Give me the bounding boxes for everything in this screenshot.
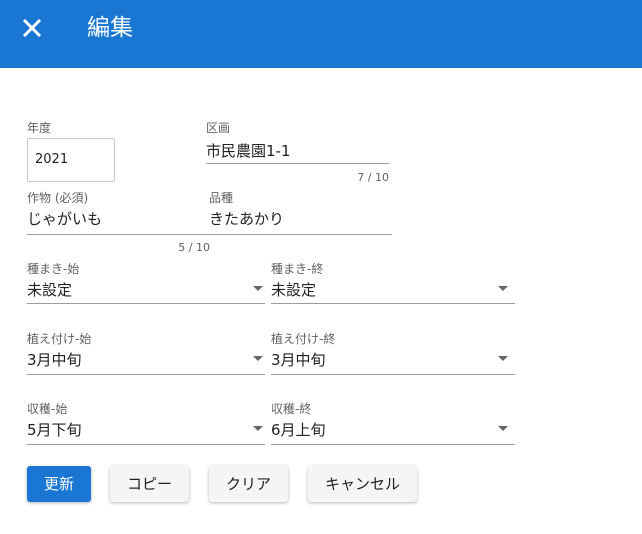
- year-label: 年度: [27, 121, 52, 135]
- crop-field[interactable]: 作物 (必須) じゃがいも 5 / 10: [27, 189, 211, 259]
- harvest-start-label: 収穫-始: [27, 402, 68, 416]
- harvest-end-label: 収穫-終: [271, 402, 312, 416]
- app-bar: 編集: [0, 0, 642, 68]
- variety-value: きたあかり: [209, 210, 285, 228]
- sowing-end-value: 未設定: [271, 281, 317, 299]
- plot-field[interactable]: 区画 市民農園1-1 7 / 10: [206, 119, 389, 189]
- planting-end-underline: [271, 374, 515, 375]
- chevron-down-icon: [498, 356, 508, 361]
- chevron-down-icon: [253, 426, 263, 431]
- sowing-end-underline: [271, 303, 515, 304]
- harvest-end-underline: [271, 444, 515, 445]
- planting-start-select[interactable]: 植え付け-始 3月中旬: [27, 330, 265, 376]
- sowing-start-select[interactable]: 種まき-始 未設定: [27, 260, 265, 306]
- variety-label: 品種: [209, 191, 234, 205]
- clear-button[interactable]: クリア: [209, 466, 288, 502]
- sowing-start-label: 種まき-始: [27, 262, 80, 276]
- sowing-start-value: 未設定: [27, 281, 73, 299]
- year-value: 2021: [35, 152, 69, 167]
- planting-end-value: 3月中旬: [271, 351, 326, 369]
- chevron-down-icon: [253, 286, 263, 291]
- planting-end-select[interactable]: 植え付け-終 3月中旬: [271, 330, 515, 376]
- chevron-down-icon: [498, 426, 508, 431]
- chevron-down-icon: [253, 356, 263, 361]
- harvest-end-value: 6月上旬: [271, 421, 326, 439]
- close-icon: [22, 18, 42, 38]
- planting-start-label: 植え付け-始: [27, 332, 92, 346]
- cancel-button[interactable]: キャンセル: [308, 466, 417, 502]
- harvest-start-value: 5月下旬: [27, 421, 82, 439]
- page-title: 編集: [87, 15, 133, 41]
- variety-field[interactable]: 品種 きたあかり: [209, 189, 392, 237]
- harvest-start-select[interactable]: 収穫-始 5月下旬: [27, 400, 265, 446]
- sowing-end-label: 種まき-終: [271, 262, 324, 276]
- harvest-end-select[interactable]: 収穫-終 6月上旬: [271, 400, 515, 446]
- update-button[interactable]: 更新: [27, 466, 91, 502]
- variety-underline: [209, 234, 392, 235]
- crop-char-counter: 5 / 10: [178, 241, 210, 254]
- chevron-down-icon: [498, 286, 508, 291]
- sowing-end-select[interactable]: 種まき-終 未設定: [271, 260, 515, 306]
- planting-start-value: 3月中旬: [27, 351, 82, 369]
- year-field[interactable]: 2021: [27, 138, 115, 182]
- planting-start-underline: [27, 374, 265, 375]
- plot-value: 市民農園1-1: [206, 142, 291, 160]
- close-button[interactable]: [16, 12, 48, 44]
- harvest-start-underline: [27, 444, 265, 445]
- crop-value: じゃがいも: [27, 210, 103, 228]
- sowing-start-underline: [27, 303, 265, 304]
- copy-button[interactable]: コピー: [110, 466, 189, 502]
- plot-char-counter: 7 / 10: [357, 171, 389, 184]
- crop-underline: [27, 234, 211, 235]
- planting-end-label: 植え付け-終: [271, 332, 336, 346]
- crop-label: 作物 (必須): [27, 191, 89, 205]
- plot-underline: [206, 163, 389, 164]
- plot-label: 区画: [206, 121, 231, 135]
